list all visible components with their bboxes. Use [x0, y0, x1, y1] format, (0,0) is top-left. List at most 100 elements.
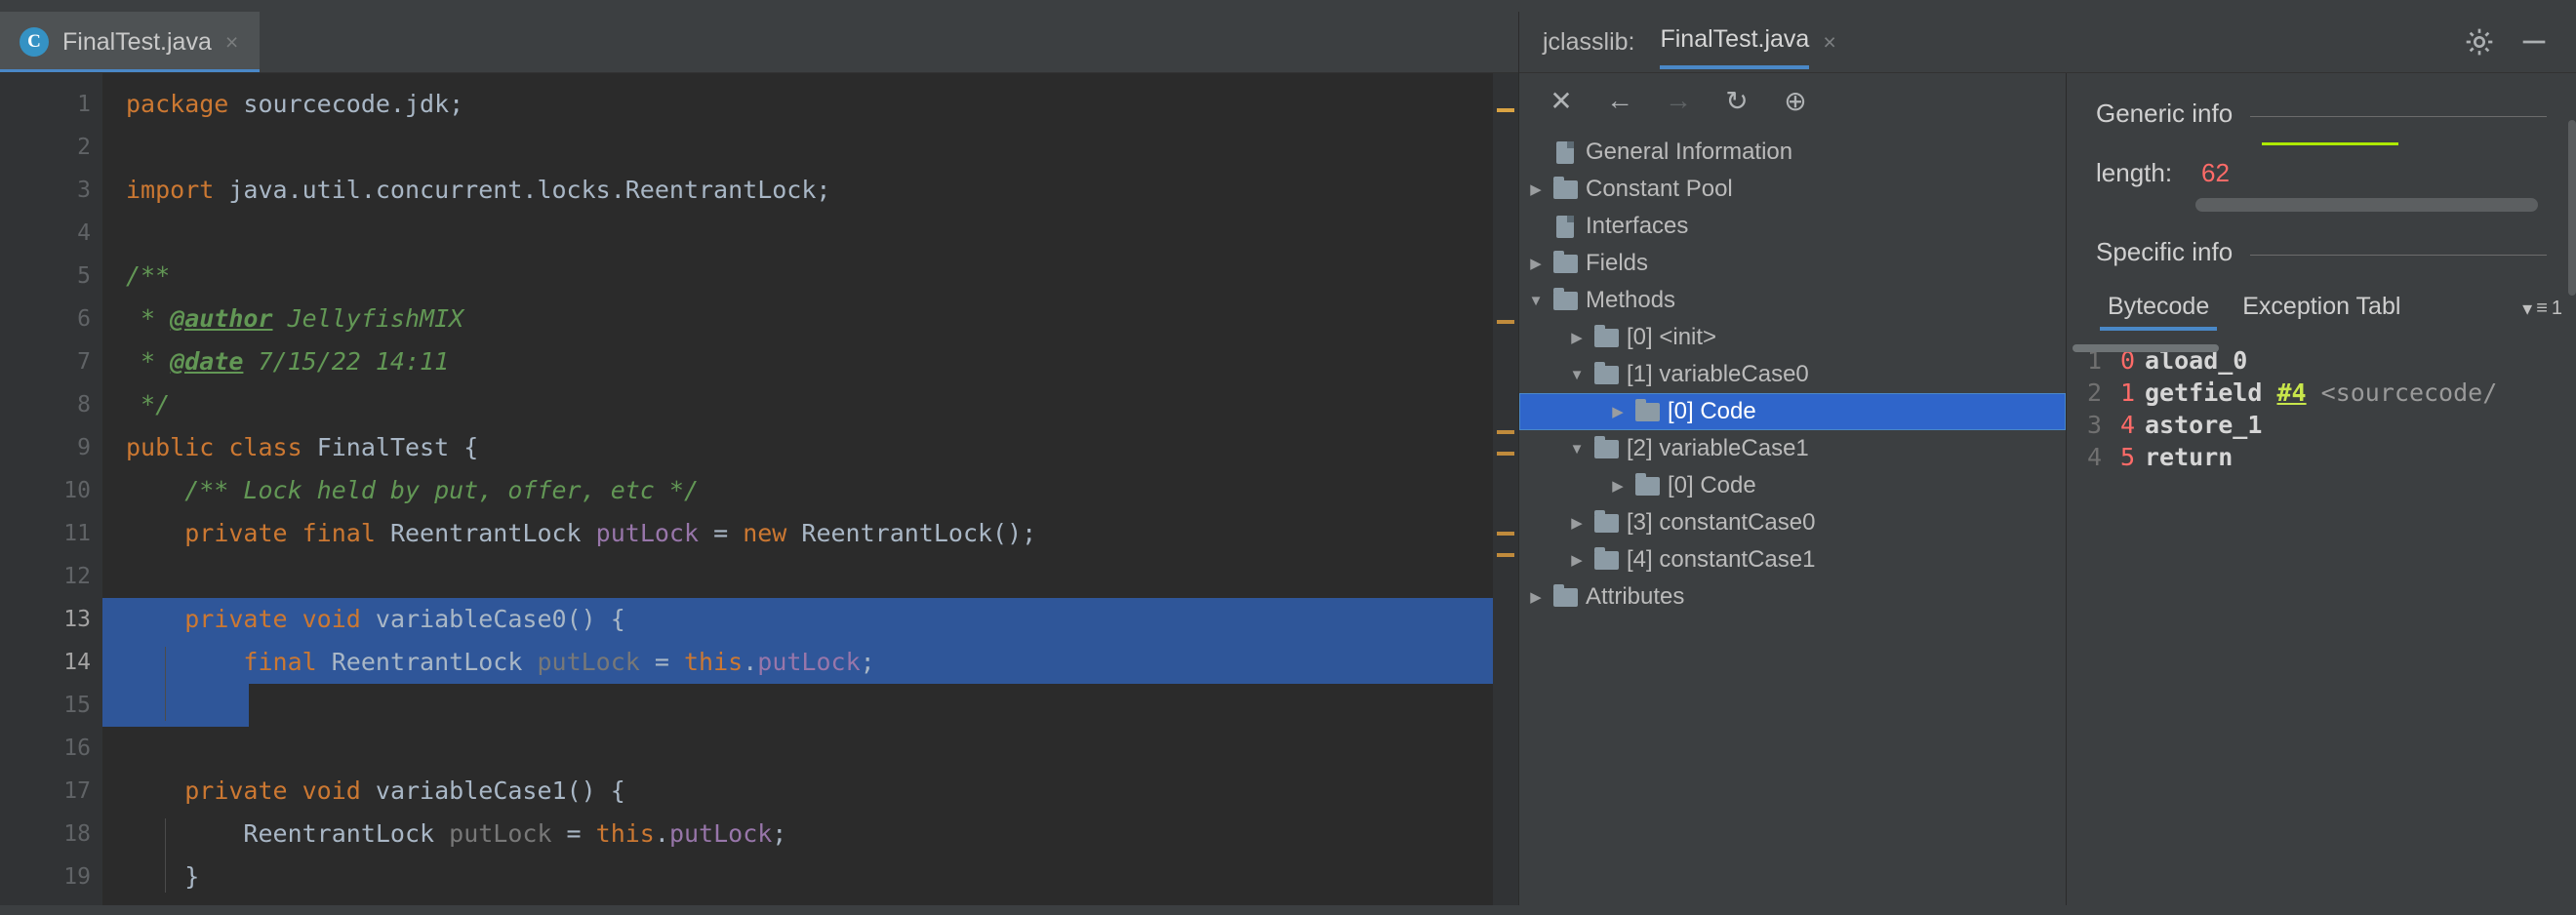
tree-node-label: Constant Pool: [1586, 176, 1733, 202]
code-line[interactable]: /** Lock held by put, offer, etc */: [102, 469, 1518, 512]
tree-node[interactable]: ▶ Constant Pool: [1519, 171, 2066, 208]
line-number: 9: [77, 435, 91, 460]
tree-node[interactable]: ▼ [1] variableCase0: [1519, 356, 2066, 393]
code-line[interactable]: private void variableCase1() {: [102, 770, 1518, 813]
tree-node-selected[interactable]: ▶ [0] Code: [1519, 393, 2066, 430]
gear-icon[interactable]: [2463, 25, 2496, 59]
close-icon[interactable]: ✕: [1545, 84, 1578, 117]
minimize-icon[interactable]: [2517, 25, 2551, 59]
line-number: 6: [77, 306, 91, 332]
editor-marker[interactable]: [1497, 108, 1514, 112]
code-token: private final: [184, 519, 376, 547]
tool-window-title: jclasslib:: [1543, 27, 1635, 56]
chevron-down-icon[interactable]: ▼: [1523, 293, 1549, 309]
code-token: import: [126, 176, 215, 204]
code-token: () {: [566, 776, 625, 805]
code-area[interactable]: package sourcecode.jdk; import java.util…: [102, 73, 1518, 915]
code-line[interactable]: */: [102, 383, 1518, 426]
chevron-down-icon[interactable]: ▼: [1564, 441, 1590, 458]
tab-overflow-control[interactable]: ▾ ≡ 1: [2522, 297, 2562, 321]
detail-tab-bytecode[interactable]: Bytecode: [2099, 293, 2218, 331]
editor-marker[interactable]: [1497, 532, 1514, 536]
chevron-right-icon[interactable]: ▶: [1523, 180, 1549, 198]
chevron-right-icon[interactable]: ▶: [1605, 403, 1630, 420]
class-tree-column: ✕ ← → ↻ ⊕ General Information ▶ Constant Pool I…: [1519, 73, 2066, 915]
editor-tab-finaltest[interactable]: C FinalTest.java ×: [0, 12, 261, 72]
code-line[interactable]: * @author JellyfishMIX: [102, 298, 1518, 340]
bytecode-line[interactable]: 3 4 astore_1: [2067, 409, 2576, 441]
reload-icon[interactable]: ↻: [1720, 84, 1753, 117]
bytecode-line[interactable]: 2 1 getfield #4 <sourcecode/: [2067, 377, 2576, 409]
code-token: putLock: [668, 819, 773, 848]
tree-node[interactable]: ▶ [3] constantCase0: [1519, 504, 2066, 541]
line-number: 14: [63, 650, 91, 675]
tool-tab-finaltest[interactable]: FinalTest.java: [1660, 25, 1809, 69]
folder-icon: [1549, 176, 1582, 199]
code-line[interactable]: final ReentrantLock putLock = this.putLo…: [102, 641, 1518, 684]
tree-node[interactable]: ▶ [0] <init>: [1519, 319, 2066, 356]
tree-node[interactable]: ▶ Fields: [1519, 245, 2066, 282]
chevron-down-icon[interactable]: ▼: [1564, 367, 1590, 383]
code-line[interactable]: /**: [102, 255, 1518, 298]
back-icon[interactable]: ←: [1603, 84, 1636, 117]
bytecode-scrollbar[interactable]: [2073, 344, 2219, 352]
code-line[interactable]: private void variableCase0() {: [102, 598, 1518, 641]
code-line[interactable]: }: [102, 855, 1518, 898]
code-line[interactable]: public class FinalTest {: [102, 426, 1518, 469]
browse-icon[interactable]: ⊕: [1779, 84, 1812, 117]
code-token: ;: [860, 648, 875, 676]
bytecode-line-number: 3: [2086, 411, 2102, 439]
code-token: .: [743, 648, 758, 676]
detail-horizontal-scrollbar[interactable]: [2096, 198, 2547, 212]
chevron-right-icon[interactable]: ▶: [1523, 255, 1549, 272]
marker-strip[interactable]: [1493, 73, 1518, 915]
tree-node-label: [4] constantCase1: [1627, 546, 1816, 573]
chevron-right-icon[interactable]: ▶: [1605, 477, 1630, 495]
scrollbar-thumb[interactable]: [2568, 120, 2576, 296]
code-line[interactable]: import java.util.concurrent.locks.Reentr…: [102, 169, 1518, 212]
chevron-right-icon[interactable]: ▶: [1564, 514, 1590, 532]
code-line[interactable]: package sourcecode.jdk;: [102, 83, 1518, 126]
tool-vertical-scrollbar[interactable]: [2568, 61, 2576, 915]
editor-marker[interactable]: [1497, 430, 1514, 434]
chevron-right-icon[interactable]: ▶: [1523, 588, 1549, 606]
detail-tab-exception-tabl[interactable]: Exception Tabl: [2242, 293, 2400, 331]
folder-icon: [1590, 509, 1623, 533]
code-line[interactable]: }: [102, 684, 1518, 727]
scrollbar-thumb[interactable]: [2194, 198, 2538, 212]
tree-node[interactable]: ▶ [4] constantCase1: [1519, 541, 2066, 578]
line-number-gutter[interactable]: 12345−678910111213−14151617−181920: [0, 73, 163, 915]
code-line[interactable]: [102, 555, 1518, 598]
tree-node[interactable]: ▶ Attributes: [1519, 578, 2066, 616]
line-number: 12: [63, 564, 91, 589]
tree-node[interactable]: ▶ [0] Code: [1519, 467, 2066, 504]
code-line[interactable]: [102, 126, 1518, 169]
code-token: package: [126, 90, 229, 118]
tree-node[interactable]: ▼ [2] variableCase1: [1519, 430, 2066, 467]
editor-marker[interactable]: [1497, 320, 1514, 324]
bytecode-listing[interactable]: 1 0 aload_0 2 1 getfield #4 <sourcecode/3 4 ast…: [2067, 344, 2576, 915]
close-icon[interactable]: ×: [225, 30, 238, 54]
line-number: 1: [77, 92, 91, 117]
bytecode-line[interactable]: 4 5 return: [2067, 441, 2576, 473]
class-structure-tree[interactable]: General Information ▶ Constant Pool Interfa…: [1519, 128, 2066, 915]
tree-node[interactable]: ▼ Methods: [1519, 282, 2066, 319]
code-line[interactable]: private final ReentrantLock putLock = ne…: [102, 512, 1518, 555]
code-line[interactable]: [102, 727, 1518, 770]
code-line[interactable]: [102, 212, 1518, 255]
bytecode-offset: 4: [2119, 411, 2135, 439]
editor-marker[interactable]: [1497, 553, 1514, 557]
code-token: /**: [126, 261, 171, 290]
editor-marker[interactable]: [1497, 452, 1514, 456]
line-number: 4: [77, 220, 91, 246]
code-line[interactable]: * @date 7/15/22 14:11: [102, 340, 1518, 383]
chevron-right-icon[interactable]: ▶: [1564, 551, 1590, 569]
constant-pool-ref[interactable]: #4: [2276, 378, 2306, 407]
tree-node[interactable]: Interfaces: [1519, 208, 2066, 245]
tool-tab-close-icon[interactable]: ×: [1823, 29, 1835, 56]
code-token: JellyfishMIX: [272, 304, 464, 333]
code-line[interactable]: ReentrantLock putLock = this.putLock;: [102, 813, 1518, 855]
tree-node[interactable]: General Information: [1519, 134, 2066, 171]
chevron-right-icon[interactable]: ▶: [1564, 329, 1590, 346]
bytecode-offset: 5: [2119, 443, 2135, 471]
